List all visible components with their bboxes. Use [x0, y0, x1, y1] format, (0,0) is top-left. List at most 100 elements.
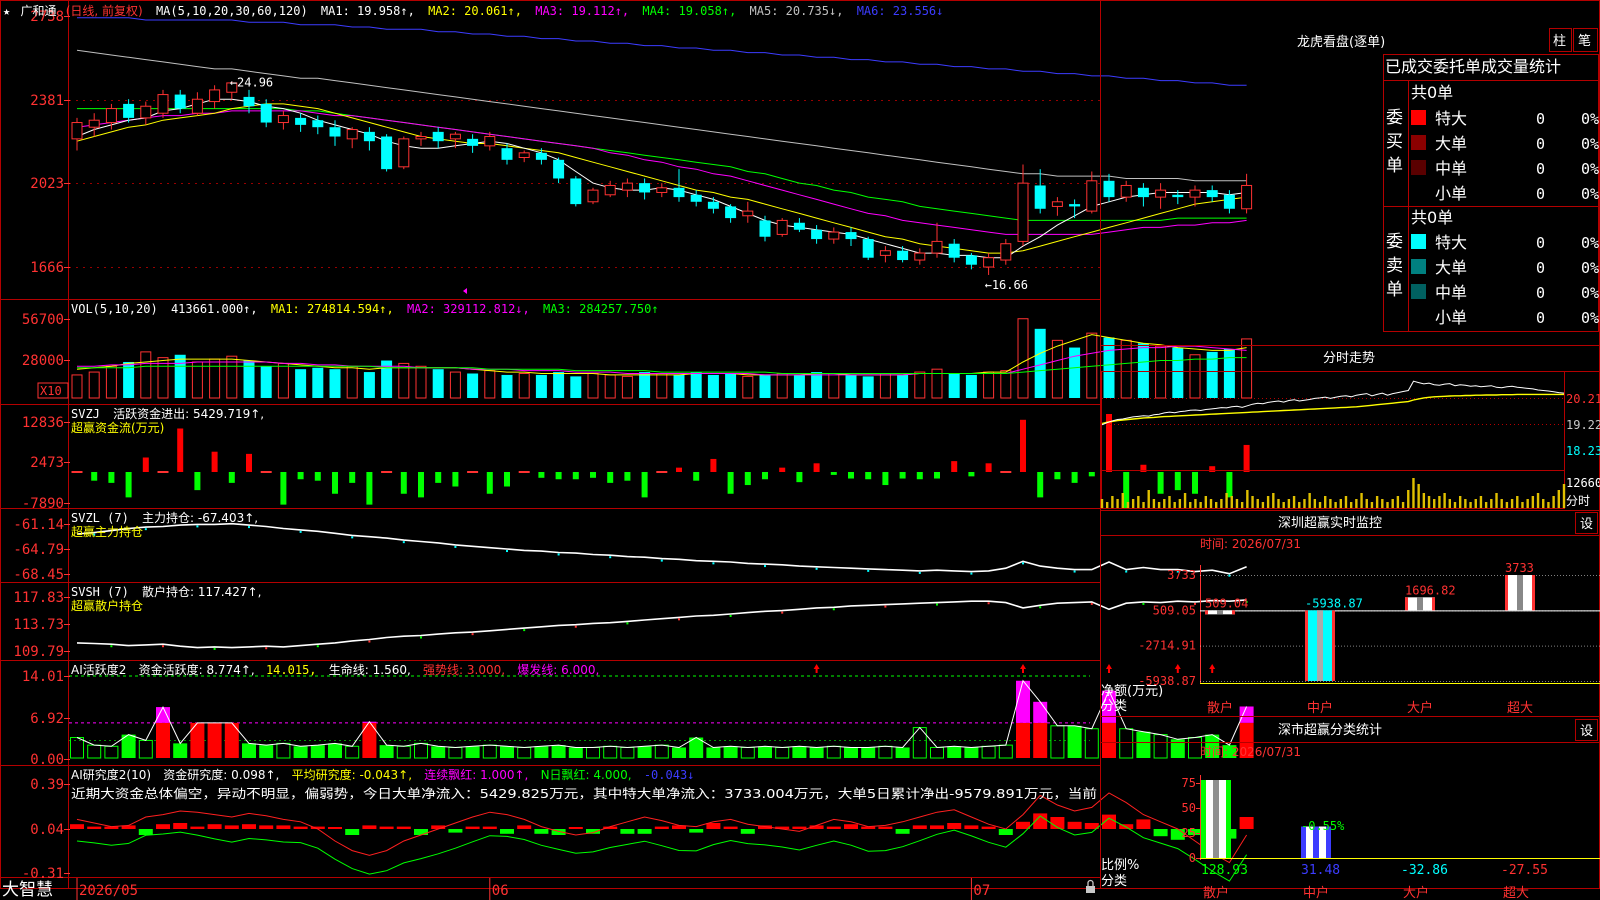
svsh-dot: [1142, 602, 1145, 605]
svzj-bar-in: [676, 467, 682, 472]
candle-body-up: [157, 94, 169, 114]
svzj-bar-out: [762, 472, 768, 480]
candle-body-up: [604, 184, 616, 196]
app-logo: 大智慧: [2, 880, 53, 900]
svzl-dot: [402, 541, 405, 544]
candle-body-down: [363, 131, 375, 142]
svzl-header: SVZL (7) 主力持仓: -67.403↑,: [71, 510, 258, 525]
monitor-y-label: 3733: [1167, 568, 1196, 582]
svzl-name: SVZL (7): [71, 511, 129, 525]
svzj-bar-out: [1054, 472, 1061, 480]
monitor-bar-core: [1317, 610, 1323, 681]
svzj-bar-in: [951, 461, 958, 472]
row-percent: 0%: [1581, 185, 1599, 203]
intraday-vol-bar: [1557, 490, 1561, 508]
volume-bar-down: [862, 376, 874, 398]
monitor-bar-label: 3733: [1505, 561, 1534, 575]
intraday-vol-bar: [1215, 502, 1218, 508]
svzl-dot: [196, 525, 199, 528]
ai1-v2: 14.015,: [266, 663, 317, 677]
ma1-value: MA1: 19.958↑,: [321, 4, 415, 18]
intraday-vol-bar: [1443, 493, 1446, 508]
candle-body-up: [346, 129, 358, 140]
candle-body-down: [845, 232, 857, 240]
svzj-bar-out: [504, 472, 510, 487]
candle-body-down: [260, 103, 272, 123]
svzj-bar-out: [572, 472, 579, 480]
svzl-dot: [867, 569, 870, 572]
svsh-dot: [471, 633, 474, 636]
candle-body-down: [1172, 194, 1184, 198]
svzl-dot: [1073, 570, 1076, 573]
svg-text:笔: 笔: [1578, 33, 1591, 49]
intraday-vol-bar: [1100, 499, 1104, 508]
class-bar-core: [1213, 780, 1219, 858]
ai-research-bar-pos: [70, 824, 84, 829]
buy-side-label: 委买单: [1386, 108, 1403, 176]
side-label-char: 买: [1386, 132, 1403, 152]
ai-research-bar-neg: [500, 829, 514, 834]
volume-bar-down: [948, 373, 960, 398]
intraday-vol-bar: [1313, 499, 1317, 508]
intraday-vol-bar: [1344, 496, 1348, 508]
volume-bar-up: [449, 371, 461, 399]
intraday-vol-bar: [1453, 502, 1457, 508]
volume-bar-down: [553, 372, 565, 398]
volume-bar-down: [1172, 347, 1184, 398]
candle-body-down: [862, 239, 874, 258]
volume-unit: X10: [40, 384, 62, 398]
intraday-vol-bar: [1105, 502, 1109, 508]
intraday-vol-bar: [1495, 493, 1498, 508]
svsh-dot: [936, 603, 938, 606]
intraday-vol-bar: [1251, 496, 1254, 508]
intraday-vol-bar: [1126, 502, 1130, 508]
intraday-tab[interactable]: 分时: [1566, 494, 1590, 508]
candle-body-up: [71, 122, 83, 140]
ai-activity-bar: [207, 722, 222, 758]
ma5-value: MA5: 20.735↓,: [750, 4, 844, 18]
candle-body-up: [1189, 189, 1201, 198]
volume-bar-down: [174, 354, 186, 398]
longhu-stat-title: 已成交委托单成交量统计: [1385, 57, 1561, 76]
candle-body-down: [1137, 187, 1149, 198]
volume-bar-up: [604, 374, 616, 399]
vol-ma3: MA3: 284257.750↑: [543, 302, 659, 316]
monitor-bar-edge: [1505, 575, 1508, 611]
row-percent: 0%: [1581, 160, 1599, 178]
svg-text:设: 设: [1580, 724, 1593, 739]
svzj-bar-flat: [656, 471, 668, 473]
candle-body-down: [948, 243, 960, 258]
volume-bar-down: [1137, 343, 1149, 398]
row-count: 0: [1536, 135, 1545, 153]
candle-body-up: [88, 119, 100, 128]
svsh-header: SVSH (7) 散户持仓: 117.427↑,: [71, 584, 261, 599]
intraday-vol-bar: [1324, 496, 1327, 508]
candle-body-up: [879, 250, 891, 256]
row-name: 中单: [1435, 283, 1467, 302]
ai-research-bar-pos: [844, 824, 858, 829]
intraday-vol-bar: [1246, 490, 1249, 508]
intraday-vol-bar: [1277, 499, 1280, 508]
row-color-swatch: [1411, 259, 1426, 274]
svzj-bar-out: [452, 472, 459, 487]
row-percent: 0%: [1581, 234, 1599, 252]
row-count: 0: [1536, 110, 1545, 128]
row-count: 0: [1536, 284, 1545, 302]
intraday-vol-bar: [1178, 499, 1182, 508]
ai1-name: AI活跃度2: [71, 662, 126, 677]
svzj-bar-out: [1088, 472, 1095, 477]
intraday-vol-bar: [1308, 493, 1311, 508]
volume-bar-down: [467, 373, 479, 398]
y-tick-label: -7890: [22, 496, 64, 512]
candle-body-down: [707, 201, 719, 209]
intraday-vol-bar: [1168, 496, 1171, 508]
intraday-vol-bar: [1334, 502, 1337, 508]
svzj-bar-in: [211, 451, 218, 472]
candle-body-up: [1051, 201, 1063, 207]
svzj-bar-flat: [381, 471, 393, 473]
svzj-bar-out: [865, 472, 872, 480]
side-label-char: 单: [1386, 280, 1403, 300]
ai-research-bar-pos: [517, 825, 532, 829]
class-y-label: 25: [1182, 826, 1196, 840]
sz-monitor-title: 深圳超赢实时监控: [1278, 515, 1382, 531]
